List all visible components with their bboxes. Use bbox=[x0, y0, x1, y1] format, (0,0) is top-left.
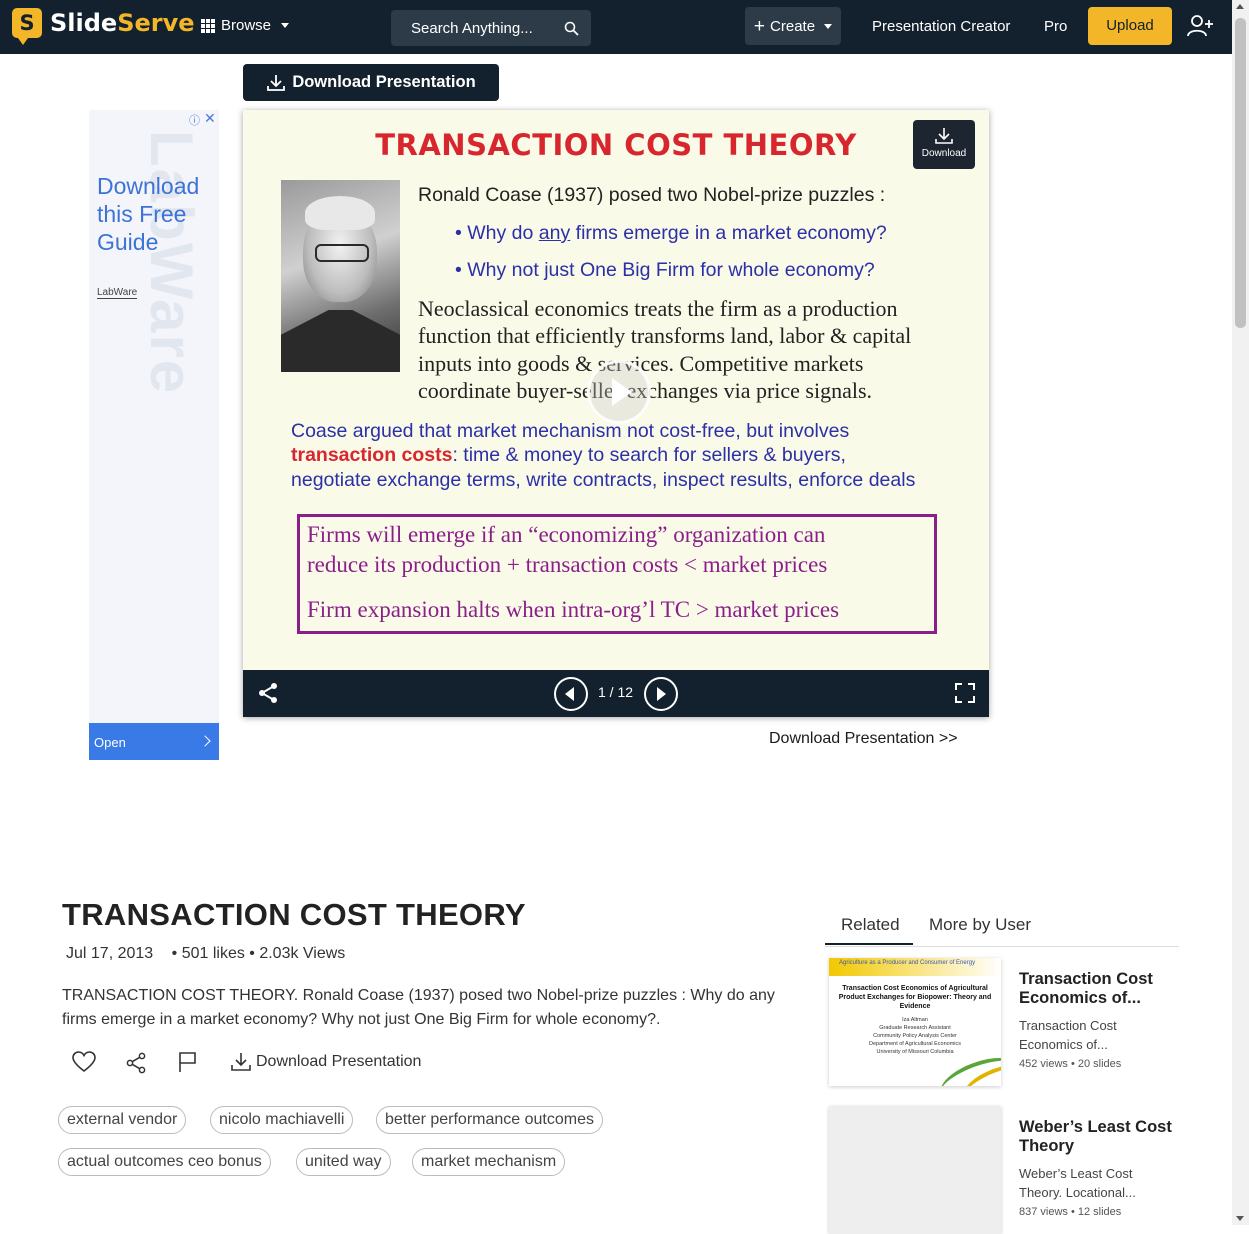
page-title: TRANSACTION COST THEORY bbox=[62, 897, 526, 932]
chevron-down-icon bbox=[824, 23, 833, 29]
scroll-down-icon[interactable] bbox=[1236, 1216, 1244, 1221]
search-input[interactable]: Search Anything... bbox=[391, 10, 591, 46]
create-label: Create bbox=[770, 17, 816, 35]
ad-open-label: Open bbox=[94, 735, 126, 750]
download-presentation-link[interactable]: Download Presentation >> bbox=[769, 730, 958, 748]
slide-player: TRANSACTION COST THEORY Ronald Coase (19… bbox=[243, 110, 989, 717]
tag[interactable]: actual outcomes ceo bonus bbox=[58, 1148, 271, 1176]
share-icon[interactable] bbox=[257, 682, 279, 704]
related-meta: 837 views • 12 slides bbox=[1019, 1206, 1122, 1218]
heart-icon[interactable] bbox=[72, 1051, 96, 1073]
upload-button[interactable]: Upload bbox=[1088, 7, 1172, 45]
chevron-down-icon bbox=[281, 23, 290, 28]
slide-download-label: Download bbox=[921, 148, 967, 159]
slide-text: Neoclassical economics treats the firm a… bbox=[418, 296, 898, 321]
scroll-up-icon[interactable] bbox=[1236, 4, 1244, 9]
tab-related[interactable]: Related bbox=[841, 915, 900, 935]
ad-headline[interactable]: Download this Free Guide bbox=[97, 172, 219, 256]
active-tab-indicator bbox=[825, 943, 913, 945]
ad-watermark: LabWare bbox=[138, 130, 205, 396]
create-button[interactable]: + Create bbox=[745, 7, 841, 45]
download-icon bbox=[935, 128, 953, 144]
slide-text: function that efficiently transforms lan… bbox=[418, 323, 912, 348]
presentation-creator-link[interactable]: Presentation Creator bbox=[872, 18, 1010, 35]
download-presentation-label: Download Presentation bbox=[256, 1053, 422, 1070]
related-title[interactable]: Transaction Cost Economics of... bbox=[1019, 970, 1179, 1008]
page-scrollbar[interactable] bbox=[1232, 0, 1249, 1225]
download-presentation-button[interactable]: Download Presentation bbox=[243, 64, 499, 101]
add-user-icon[interactable] bbox=[1187, 14, 1215, 38]
related-tabs: Related More by User bbox=[825, 912, 1179, 947]
next-slide-button[interactable] bbox=[644, 677, 678, 711]
ad-open-button[interactable]: Open bbox=[89, 723, 219, 760]
flag-icon[interactable] bbox=[178, 1051, 198, 1073]
slide-bullet: • Why do any firms emerge in a market ec… bbox=[455, 222, 887, 244]
browse-menu[interactable]: Browse bbox=[201, 17, 290, 34]
advertisement[interactable]: LabWare ⓘ ✕ Download this Free Guide Lab… bbox=[89, 110, 219, 760]
browse-label: Browse bbox=[221, 17, 272, 34]
fullscreen-icon[interactable] bbox=[955, 683, 975, 703]
portrait-photo bbox=[281, 180, 400, 372]
tag[interactable]: nicolo machiavelli bbox=[210, 1106, 354, 1134]
related-description: Transaction Cost Economics of... bbox=[1019, 1018, 1117, 1052]
tag[interactable]: better performance outcomes bbox=[376, 1106, 603, 1134]
doc-stats: • 501 likes • 2.03k Views bbox=[171, 945, 346, 962]
related-item[interactable]: Agriculture as a Producer and Consumer o… bbox=[829, 958, 1179, 1086]
slide-image[interactable]: TRANSACTION COST THEORY Ronald Coase (19… bbox=[243, 110, 989, 670]
download-icon bbox=[231, 1053, 251, 1071]
tag[interactable]: external vendor bbox=[58, 1106, 187, 1134]
ad-close-icon[interactable]: ✕ bbox=[204, 110, 216, 127]
tab-more-by-user[interactable]: More by User bbox=[929, 915, 1031, 935]
download-presentation-label: Download Presentation bbox=[292, 73, 476, 91]
plus-icon: + bbox=[753, 15, 766, 37]
related-thumbnail[interactable] bbox=[829, 1106, 1001, 1234]
related-description: Weber’s Least Cost Theory. Locational... bbox=[1019, 1166, 1136, 1200]
previous-slide-button[interactable] bbox=[554, 677, 588, 711]
player-controls: 1 / 12 bbox=[243, 670, 989, 717]
slide-text: negotiate exchange terms, write contract… bbox=[291, 469, 916, 491]
chevron-right-icon bbox=[199, 735, 211, 747]
doc-description: TRANSACTION COST THEORY. Ronald Coase (1… bbox=[62, 987, 775, 1028]
slide-title: TRANSACTION COST THEORY bbox=[375, 128, 857, 162]
slide-text: transaction costs: time & money to searc… bbox=[291, 444, 846, 466]
slide-bullet: • Why not just One Big Firm for whole ec… bbox=[455, 259, 875, 281]
play-icon[interactable] bbox=[587, 360, 651, 424]
top-navbar: S SlideServe Browse Search Anything... +… bbox=[0, 0, 1232, 54]
share-icon[interactable] bbox=[125, 1052, 147, 1074]
doc-date: Jul 17, 2013 bbox=[66, 945, 154, 962]
pro-link[interactable]: Pro bbox=[1044, 18, 1067, 35]
slide-download-button[interactable]: Download bbox=[913, 120, 975, 169]
doc-meta: Jul 17, 2013 • 501 likes • 2.03k Views bbox=[66, 945, 345, 963]
search-placeholder: Search Anything... bbox=[411, 19, 533, 37]
slide-text: Ronald Coase (1937) posed two Nobel-priz… bbox=[418, 184, 886, 206]
download-icon bbox=[267, 74, 286, 91]
related-meta: 452 views • 20 slides bbox=[1019, 1058, 1122, 1070]
search-icon[interactable] bbox=[564, 21, 579, 36]
scroll-thumb[interactable] bbox=[1235, 18, 1246, 328]
related-item[interactable]: Weber’s Least Cost Theory Weber’s Least … bbox=[829, 1106, 1179, 1234]
ad-info-icon[interactable]: ⓘ bbox=[189, 112, 200, 128]
slide-text: Firms will emerge if an “economizing” or… bbox=[307, 522, 826, 547]
grid-icon bbox=[201, 18, 215, 33]
page-indicator: 1 / 12 bbox=[598, 684, 634, 700]
slide-text: reduce its production + transaction cost… bbox=[307, 552, 828, 577]
download-presentation-action[interactable]: Download Presentation bbox=[230, 1052, 421, 1072]
tag[interactable]: market mechanism bbox=[412, 1148, 566, 1176]
related-thumbnail[interactable]: Agriculture as a Producer and Consumer o… bbox=[829, 958, 1001, 1086]
related-title[interactable]: Weber’s Least Cost Theory bbox=[1019, 1118, 1179, 1156]
ad-brand: LabWare bbox=[97, 287, 138, 299]
slideserve-logo[interactable]: S SlideServe bbox=[12, 8, 195, 45]
tag[interactable]: united way bbox=[296, 1148, 391, 1176]
slide-text: Coase argued that market mechanism not c… bbox=[291, 420, 850, 442]
logo-badge-icon: S bbox=[12, 8, 42, 45]
slide-text: Firm expansion halts when intra-org’l TC… bbox=[307, 597, 840, 622]
